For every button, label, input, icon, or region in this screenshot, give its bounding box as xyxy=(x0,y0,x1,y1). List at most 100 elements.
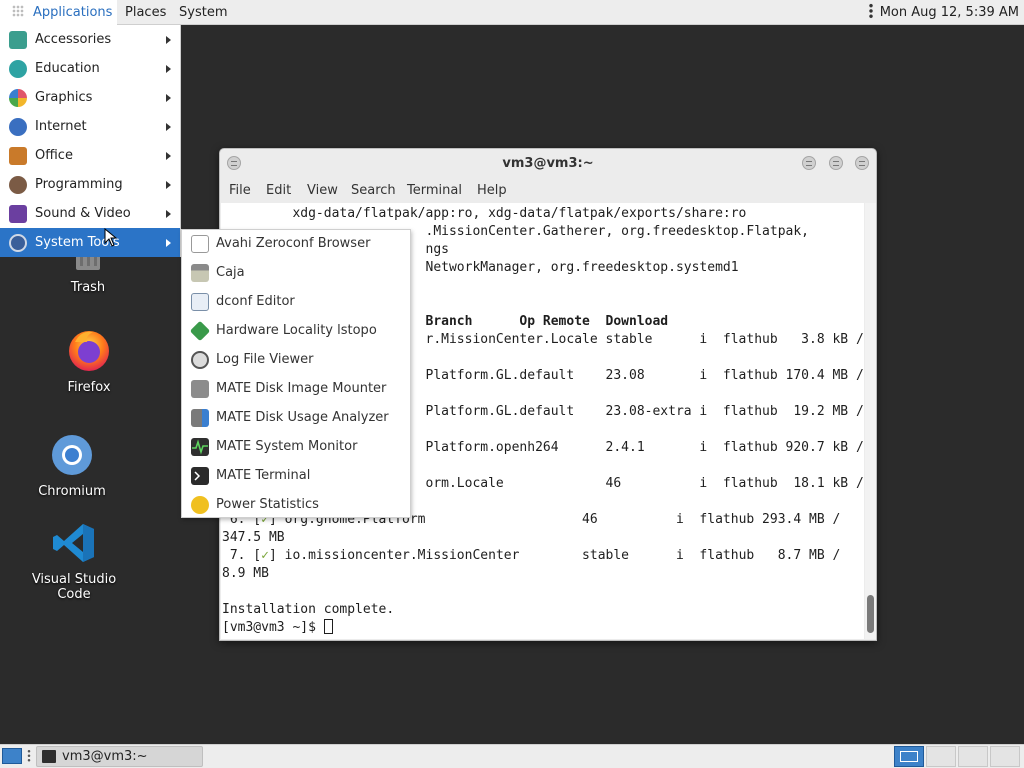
menu-terminal[interactable]: Terminal xyxy=(407,183,462,198)
maximize-icon[interactable] xyxy=(829,156,843,170)
terminal-icon xyxy=(42,750,56,763)
power-stats-icon xyxy=(191,496,209,514)
desktop-icon-label: Chromium xyxy=(38,484,106,499)
bottom-panel: vm3@vm3:~ xyxy=(0,744,1024,768)
panel-handle-icon[interactable] xyxy=(27,749,31,763)
submenu-item-system-monitor[interactable]: MATE System Monitor xyxy=(182,433,410,462)
system-monitor-icon xyxy=(191,438,209,456)
caja-icon xyxy=(191,264,209,282)
applications-label: Applications xyxy=(33,5,113,20)
terminal-line: 7. [✓] io.missioncenter.MissionCenter st… xyxy=(222,547,841,565)
window-title: vm3@vm3:~ xyxy=(502,156,594,171)
submenu-item-hwloc[interactable]: Hardware Locality lstopo xyxy=(182,317,410,346)
terminal-line: Installation complete. xyxy=(222,602,395,617)
menu-item-system-tools[interactable]: System Tools xyxy=(0,228,180,257)
menu-view[interactable]: View xyxy=(307,183,338,198)
clock[interactable]: Mon Aug 12, 5:39 AM xyxy=(880,5,1019,20)
terminal-text: 7. [ xyxy=(222,548,262,563)
chromium-icon xyxy=(52,435,92,475)
sound-video-icon xyxy=(9,205,27,223)
applications-grid-icon xyxy=(12,5,24,17)
menu-item-label: Education xyxy=(35,61,100,76)
menu-item-office[interactable]: Office xyxy=(0,141,180,170)
terminal-cursor xyxy=(323,619,333,634)
menu-file[interactable]: File xyxy=(229,183,251,198)
terminal-line: xdg-data/flatpak/app:ro, xdg-data/flatpa… xyxy=(222,206,747,221)
dconf-editor-icon xyxy=(191,293,209,311)
system-menu-button[interactable]: System xyxy=(179,0,227,25)
education-icon xyxy=(9,60,27,78)
avahi-icon xyxy=(191,235,209,253)
programming-icon xyxy=(9,176,27,194)
system-tools-icon xyxy=(9,234,27,252)
panel-handle-icon[interactable] xyxy=(868,3,873,19)
submenu-arrow-icon xyxy=(166,181,171,189)
menu-item-graphics[interactable]: Graphics xyxy=(0,83,180,112)
submenu-item-label: Hardware Locality lstopo xyxy=(216,323,377,338)
menu-item-label: Office xyxy=(35,148,73,163)
office-icon xyxy=(9,147,27,165)
submenu-item-label: MATE System Monitor xyxy=(216,439,358,454)
submenu-item-label: dconf Editor xyxy=(216,294,295,309)
workspace-2[interactable] xyxy=(926,746,956,767)
submenu-arrow-icon xyxy=(166,94,171,102)
log-viewer-icon xyxy=(191,351,209,369)
system-tools-submenu: Avahi Zeroconf Browser Caja dconf Editor… xyxy=(181,229,411,518)
menu-search[interactable]: Search xyxy=(351,183,396,198)
menu-item-label: Internet xyxy=(35,119,87,134)
submenu-item-power-stats[interactable]: Power Statistics xyxy=(182,491,410,520)
terminal-line: 8.9 MB xyxy=(222,566,269,581)
menu-item-label: Graphics xyxy=(35,90,93,105)
applications-menu-button[interactable]: Applications xyxy=(0,0,117,25)
desktop-icon-vscode[interactable]: Visual Studio Code xyxy=(14,522,134,602)
submenu-item-label: Power Statistics xyxy=(216,497,319,512)
taskbar-label: vm3@vm3:~ xyxy=(62,749,148,764)
submenu-item-log-viewer[interactable]: Log File Viewer xyxy=(182,346,410,375)
menu-item-label: Programming xyxy=(35,177,123,192)
taskbar-button-terminal[interactable]: vm3@vm3:~ xyxy=(36,746,203,767)
terminal-scrollbar[interactable] xyxy=(865,203,876,639)
title-bar[interactable]: vm3@vm3:~ xyxy=(220,149,876,179)
show-desktop-icon[interactable] xyxy=(2,748,22,764)
menu-item-programming[interactable]: Programming xyxy=(0,170,180,199)
firefox-icon xyxy=(69,331,109,371)
submenu-item-caja[interactable]: Caja xyxy=(182,259,410,288)
submenu-item-dconf-editor[interactable]: dconf Editor xyxy=(182,288,410,317)
terminal-icon xyxy=(191,467,209,485)
submenu-item-label: MATE Terminal xyxy=(216,468,311,483)
terminal-prompt-line[interactable]: [vm3@vm3 ~]$ xyxy=(222,619,333,637)
scrollbar-thumb[interactable] xyxy=(867,595,874,633)
menu-edit[interactable]: Edit xyxy=(266,183,291,198)
desktop-icon-label: Visual Studio Code xyxy=(31,572,117,602)
submenu-arrow-icon xyxy=(166,239,171,247)
submenu-arrow-icon xyxy=(166,152,171,160)
menu-item-sound-video[interactable]: Sound & Video xyxy=(0,199,180,228)
submenu-item-terminal[interactable]: MATE Terminal xyxy=(182,462,410,491)
workspace-1[interactable] xyxy=(894,746,924,767)
terminal-prompt: [vm3@vm3 ~]$ xyxy=(222,620,324,635)
submenu-arrow-icon xyxy=(166,210,171,218)
places-menu-button[interactable]: Places xyxy=(125,0,166,25)
menu-item-education[interactable]: Education xyxy=(0,54,180,83)
desktop-icon-firefox[interactable]: Firefox xyxy=(49,328,129,395)
top-panel: Applications Places System Mon Aug 12, 5… xyxy=(0,0,1024,25)
vscode-icon xyxy=(53,524,94,562)
submenu-item-label: MATE Disk Usage Analyzer xyxy=(216,410,389,425)
minimize-icon[interactable] xyxy=(802,156,816,170)
submenu-item-label: Avahi Zeroconf Browser xyxy=(216,236,371,251)
close-icon[interactable] xyxy=(855,156,869,170)
menu-item-internet[interactable]: Internet xyxy=(0,112,180,141)
menu-item-label: Sound & Video xyxy=(35,206,131,221)
desktop-icon-label: Firefox xyxy=(67,380,111,395)
desktop-icon-chromium[interactable]: Chromium xyxy=(32,434,112,499)
desktop-icon-label: Trash xyxy=(70,280,106,295)
check-mark: ✓ xyxy=(261,548,269,563)
menu-item-label: Accessories xyxy=(35,32,112,47)
menu-help[interactable]: Help xyxy=(477,183,507,198)
workspace-4[interactable] xyxy=(990,746,1020,767)
workspace-3[interactable] xyxy=(958,746,988,767)
submenu-item-disk-usage[interactable]: MATE Disk Usage Analyzer xyxy=(182,404,410,433)
menu-item-accessories[interactable]: Accessories xyxy=(0,25,180,54)
submenu-item-disk-mounter[interactable]: MATE Disk Image Mounter xyxy=(182,375,410,404)
submenu-item-avahi[interactable]: Avahi Zeroconf Browser xyxy=(182,230,410,259)
